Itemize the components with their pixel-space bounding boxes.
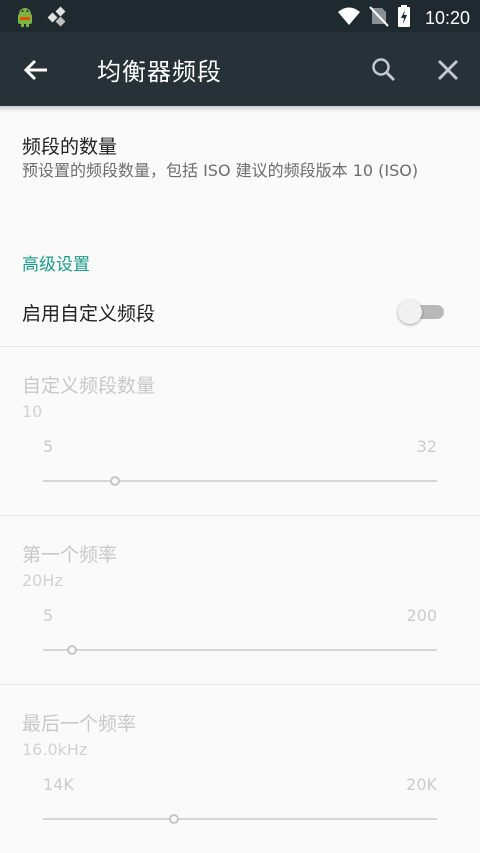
custom-band-count-value: 10 (22, 402, 43, 421)
first-frequency-slider[interactable] (67, 645, 77, 655)
last-frequency-title: 最后一个频率 (22, 713, 137, 735)
first-frequency-preference: 第一个频率 20Hz 5 200 (0, 516, 480, 684)
no-sim-icon (369, 5, 389, 31)
custom-band-count-preference: 自定义频段数量 10 5 32 (0, 347, 480, 515)
slider-min-label: 14K (43, 775, 74, 794)
advanced-settings-category: 高级设置 (22, 255, 90, 275)
slider-max-label: 20K (406, 775, 437, 794)
slider-track (43, 649, 437, 651)
back-button[interactable] (18, 52, 54, 88)
arrow-left-icon (23, 59, 47, 81)
status-left (14, 5, 70, 31)
slider-track (43, 480, 437, 482)
last-frequency-value: 16.0kHz (22, 740, 88, 759)
status-clock: 10:20 (424, 7, 470, 28)
first-frequency-value: 20Hz (22, 571, 63, 590)
slider-max-label: 32 (416, 437, 437, 456)
close-button[interactable] (430, 52, 466, 88)
slider-min-label: 5 (43, 437, 54, 456)
close-icon (438, 60, 458, 80)
wifi-icon (337, 5, 361, 31)
status-right: 10:20 (337, 4, 470, 32)
custom-band-count-title: 自定义频段数量 (22, 375, 156, 397)
last-frequency-slider[interactable] (169, 814, 179, 824)
custom-bands-switch[interactable] (398, 300, 444, 324)
app-toolbar: 均衡器频段 (0, 32, 480, 106)
app-notification-icon (46, 5, 70, 31)
custom-band-count-slider[interactable] (110, 476, 120, 486)
android-debug-icon (14, 5, 36, 31)
band-count-preference[interactable]: 频段的数量 预设置的频段数量，包括 ISO 建议的频段版本 10 (ISO) (0, 112, 480, 232)
slider-min-label: 5 (43, 606, 54, 625)
page-title: 均衡器频段 (97, 58, 222, 86)
slider-track (43, 818, 437, 820)
band-count-summary: 预设置的频段数量，包括 ISO 建议的频段版本 10 (ISO) (22, 161, 419, 180)
switch-thumb (398, 300, 422, 324)
slider-max-label: 200 (406, 606, 437, 625)
search-button[interactable] (366, 52, 402, 88)
battery-charging-icon (397, 4, 411, 32)
status-bar: 10:20 (0, 0, 480, 32)
search-icon (372, 58, 395, 81)
first-frequency-title: 第一个频率 (22, 544, 118, 566)
band-count-title: 频段的数量 (22, 136, 118, 158)
custom-bands-title: 启用自定义频段 (22, 303, 156, 325)
last-frequency-preference: 最后一个频率 16.0kHz 14K 20K (0, 685, 480, 853)
